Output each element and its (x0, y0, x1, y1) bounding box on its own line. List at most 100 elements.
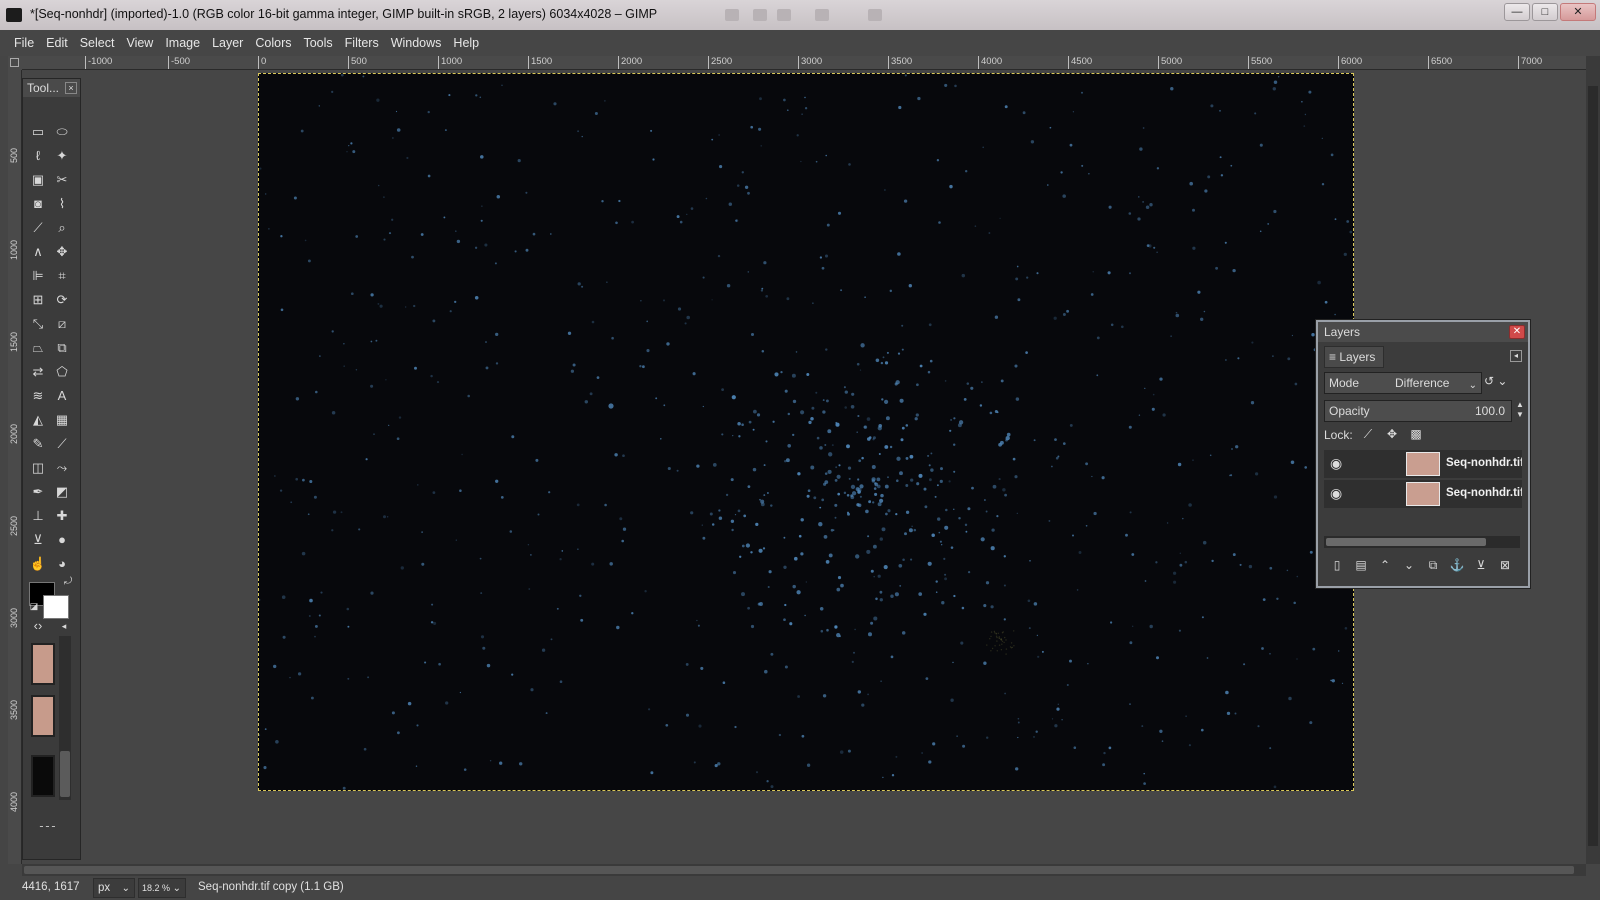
zoom-icon[interactable]: ⌕ (53, 219, 71, 237)
star (479, 96, 482, 99)
fuzzy-select-icon[interactable]: ✦ (53, 147, 71, 165)
menu-filters[interactable]: Filters (339, 36, 385, 50)
menu-layer[interactable]: Layer (206, 36, 249, 50)
horizontal-ruler[interactable]: -1000 -500 0 500 1000 1500 2000 2500 300… (22, 56, 1586, 70)
unified-transform-icon[interactable]: ⊞ (29, 291, 47, 309)
cage-icon[interactable]: ⬠ (53, 363, 71, 381)
lower-layer-icon[interactable]: ⌄ (1400, 556, 1418, 574)
default-colors-icon[interactable]: ◪ (25, 597, 43, 615)
pencil-icon[interactable]: ✎ (29, 435, 47, 453)
scale-icon[interactable]: ⤡ (29, 315, 47, 333)
swap-colors-icon[interactable]: ⤾ (59, 573, 77, 591)
gradient-icon[interactable]: ▦ (53, 411, 71, 429)
menu-windows[interactable]: Windows (385, 36, 448, 50)
menu-file[interactable]: File (8, 36, 40, 50)
warp-icon[interactable]: ≋ (29, 387, 47, 405)
dock-menu-icon[interactable]: ◂ (55, 617, 73, 635)
vertical-scrollbar-thumb[interactable] (1588, 86, 1598, 846)
star (1312, 647, 1316, 651)
opacity-spinner[interactable]: ▲ ▼ (1514, 400, 1526, 422)
mode-select[interactable]: Mode Difference ⌄ (1324, 372, 1482, 394)
paintbrush-icon[interactable]: ⟋ (53, 435, 71, 453)
new-layer-icon[interactable]: ▯ (1328, 556, 1346, 574)
mypaint-brush-icon[interactable]: ◩ (53, 483, 71, 501)
layers-hscrollbar-thumb[interactable] (1326, 538, 1486, 546)
align-icon[interactable]: ⊫ (29, 267, 47, 285)
mode-reset-icon[interactable]: ↺ ⌄ (1484, 374, 1524, 392)
vertical-scrollbar[interactable] (1586, 56, 1600, 864)
lock-pixels-icon[interactable]: ⟋ (1360, 426, 1376, 442)
menu-edit[interactable]: Edit (40, 36, 74, 50)
menu-colors[interactable]: Colors (249, 36, 297, 50)
foreground-select-icon[interactable]: ◙ (29, 195, 47, 213)
close-window-button[interactable]: ✕ (1560, 3, 1596, 21)
ellipse-select-icon[interactable]: ⬭ (53, 123, 71, 141)
layer-row[interactable]: ◉ Seq-nonhdr.tif (1324, 480, 1522, 508)
raise-layer-icon[interactable]: ⌃ (1376, 556, 1394, 574)
3d-transform-icon[interactable]: ⧉ (53, 339, 71, 357)
eraser-icon[interactable]: ◫ (29, 459, 47, 477)
horizontal-scrollbar-thumb[interactable] (24, 866, 1574, 874)
free-select-icon[interactable]: ℓ (29, 147, 47, 165)
chevrons-icon[interactable]: ‹› (29, 617, 47, 635)
opacity-field[interactable]: Opacity 100.0 (1324, 400, 1512, 422)
menu-select[interactable]: Select (74, 36, 121, 50)
crop-icon[interactable]: ⌗ (53, 267, 71, 285)
smudge-icon[interactable]: ☝ (29, 555, 47, 573)
quick-mask-icon[interactable] (10, 58, 19, 67)
layers-close-icon[interactable]: ✕ (1509, 325, 1525, 339)
move-icon[interactable]: ✥ (53, 243, 71, 261)
measure-icon[interactable]: ∧ (29, 243, 47, 261)
image-thumbnail[interactable] (31, 695, 55, 737)
zoom-select[interactable]: 18.2 % ⌄ (138, 878, 186, 898)
merge-down-icon[interactable]: ⊻ (1472, 556, 1490, 574)
scissors-icon[interactable]: ✂ (53, 171, 71, 189)
ink-icon[interactable]: ✒ (29, 483, 47, 501)
dock-bottom-icons[interactable]: ╴╴╴ (29, 819, 69, 837)
visibility-eye-icon[interactable]: ◉ (1330, 455, 1342, 472)
select-by-color-icon[interactable]: ▣ (29, 171, 47, 189)
lock-position-icon[interactable]: ✥ (1384, 426, 1400, 442)
rotate-icon[interactable]: ⟳ (53, 291, 71, 309)
perspective-clone-icon[interactable]: ⊻ (29, 531, 47, 549)
new-layer-group-icon[interactable]: ▤ (1352, 556, 1370, 574)
unit-select[interactable]: px ⌄ (93, 878, 135, 898)
heal-icon[interactable]: ✚ (53, 507, 71, 525)
tab-layers[interactable]: ≡ Layers (1324, 346, 1384, 368)
vertical-ruler[interactable]: 500 1000 1500 2000 2500 3000 3500 4000 (8, 70, 22, 864)
image-canvas[interactable] (258, 73, 1354, 791)
perspective-icon[interactable]: ⏢ (29, 339, 47, 357)
minimize-button[interactable]: — (1504, 3, 1530, 21)
background-color-swatch[interactable] (43, 595, 69, 619)
delete-layer-icon[interactable]: ⊠ (1496, 556, 1514, 574)
airbrush-icon[interactable]: ⤳ (53, 459, 71, 477)
clone-icon[interactable]: ⊥ (29, 507, 47, 525)
paths-icon[interactable]: ⌇ (53, 195, 71, 213)
image-thumbnail[interactable] (31, 643, 55, 685)
visibility-eye-icon[interactable]: ◉ (1330, 485, 1342, 502)
menu-view[interactable]: View (120, 36, 159, 50)
layer-row[interactable]: ◉ Seq-nonhdr.tif copy (1324, 450, 1522, 478)
menu-help[interactable]: Help (447, 36, 485, 50)
rect-select-icon[interactable]: ▭ (29, 123, 47, 141)
blur-icon[interactable]: ● (53, 531, 71, 549)
text-icon[interactable]: A (53, 387, 71, 405)
toolbox-close-icon[interactable]: × (65, 82, 77, 94)
menu-tools[interactable]: Tools (297, 36, 338, 50)
star (844, 406, 847, 409)
anchor-layer-icon[interactable]: ⚓ (1448, 556, 1466, 574)
maximize-button[interactable]: □ (1532, 3, 1558, 21)
bucket-fill-icon[interactable]: ◭ (29, 411, 47, 429)
lock-alpha-icon[interactable]: ▩ (1408, 426, 1424, 442)
image-thumbnail[interactable] (31, 755, 55, 797)
flip-icon[interactable]: ⇄ (29, 363, 47, 381)
horizontal-scrollbar[interactable] (22, 864, 1586, 876)
color-picker-icon[interactable]: ⟋ (29, 219, 47, 237)
image-list-scrollbar-thumb[interactable] (60, 751, 70, 797)
star (737, 421, 741, 426)
tab-menu-icon[interactable]: ◂ (1510, 350, 1522, 362)
dodge-burn-icon[interactable]: ◕ (53, 555, 71, 573)
menu-image[interactable]: Image (159, 36, 206, 50)
duplicate-layer-icon[interactable]: ⧉ (1424, 556, 1442, 574)
shear-icon[interactable]: ⧄ (53, 315, 71, 333)
